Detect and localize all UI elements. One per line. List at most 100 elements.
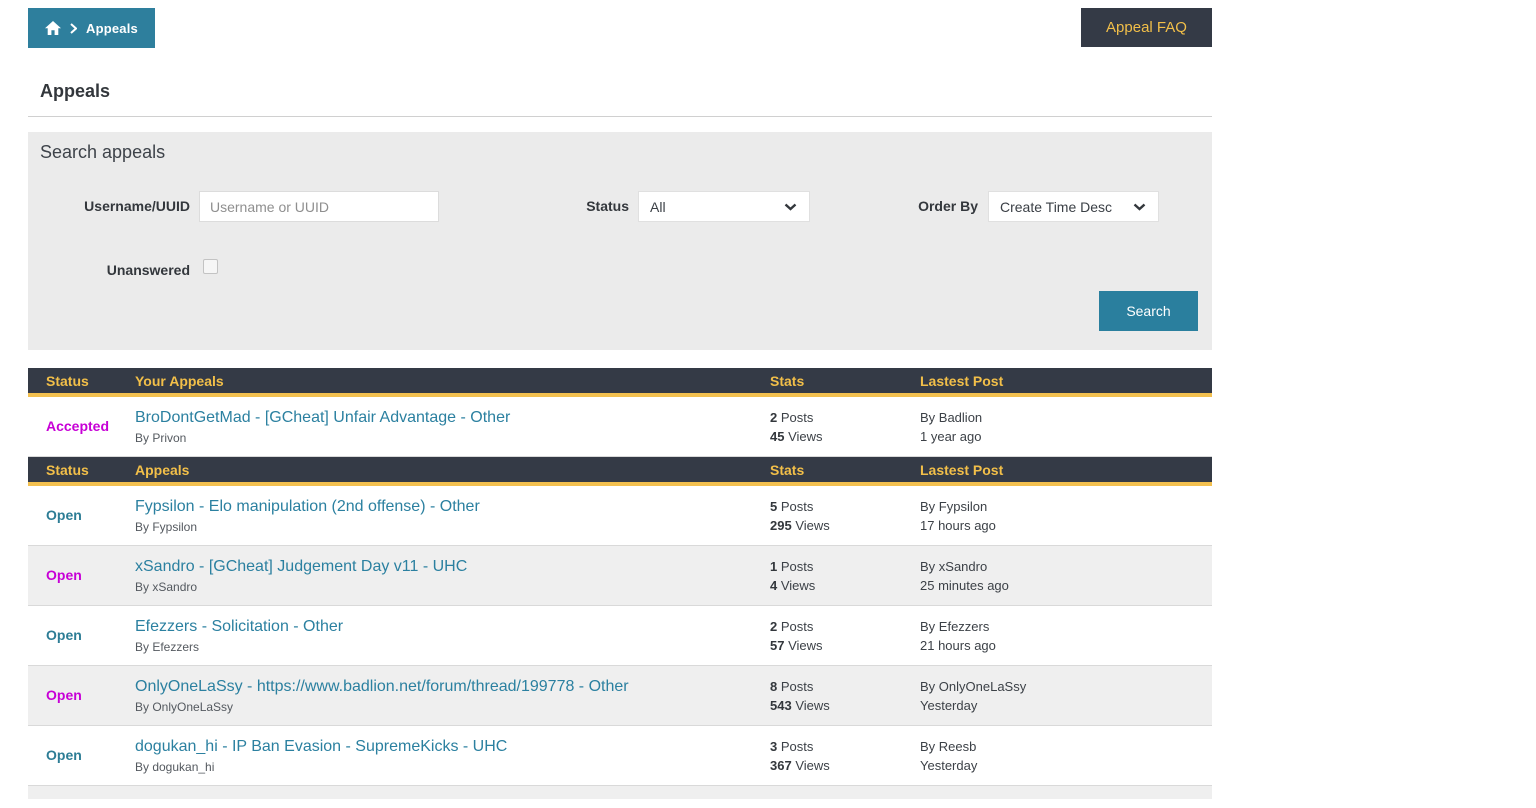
lastest-post-cell: By OnlyOneLaSsy Yesterday xyxy=(920,679,1212,713)
last-post-author: By Badlion xyxy=(920,409,983,425)
appeal-title-link[interactable]: xSandro - [GCheat] Judgement Day v11 - U… xyxy=(135,558,770,576)
page-title: Appeals xyxy=(40,81,111,101)
status-label: Status xyxy=(586,198,629,214)
status-cell: Open xyxy=(28,507,135,525)
table-row[interactable]: Open xSandro - [GCheat] Judgement Day v1… xyxy=(28,546,1212,606)
username-input[interactable] xyxy=(199,191,439,222)
lastest-post-cell: By Efezzers 21 hours ago xyxy=(920,619,1212,653)
posts-count: 5 Posts xyxy=(770,498,814,514)
status-select-value: All xyxy=(650,198,666,215)
appeal-author: By dogukan_hi xyxy=(135,759,215,774)
column-header-stats: Stats xyxy=(770,372,805,389)
views-count: 45 Views xyxy=(770,428,823,444)
lastest-post-cell: By Badlion 1 year ago xyxy=(920,410,1212,444)
appeal-title-link[interactable]: Fypsilon - Elo manipulation (2nd offense… xyxy=(135,498,770,516)
appeal-title-link[interactable]: OnlyOneLaSsy - https://www.badlion.net/f… xyxy=(135,678,770,696)
last-post-author: By Efezzers xyxy=(920,618,990,634)
chevron-down-icon xyxy=(1133,203,1146,211)
search-button[interactable]: Search xyxy=(1099,291,1198,331)
appeal-title-link[interactable]: Efezzers - Solicitation - Other xyxy=(135,618,770,636)
column-header-status: Status xyxy=(46,461,89,478)
appeal-title-link[interactable]: BroDontGetMad - [GCheat] Unfair Advantag… xyxy=(135,409,770,427)
status-cell: Accepted xyxy=(28,418,135,436)
last-post-author: By xSandro xyxy=(920,558,988,574)
all-appeals-table: Status Appeals Stats Lastest Post Open F… xyxy=(28,457,1212,786)
breadcrumb-current[interactable]: Appeals xyxy=(86,21,138,36)
appeal-cell: xSandro - [GCheat] Judgement Day v11 - U… xyxy=(135,558,770,594)
appeal-cell: BroDontGetMad - [GCheat] Unfair Advantag… xyxy=(135,409,770,445)
search-panel-title: Search appeals xyxy=(40,142,166,162)
views-count: 4 Views xyxy=(770,577,816,593)
table-row[interactable]: Open Fypsilon - Elo manipulation (2nd of… xyxy=(28,486,1212,546)
appeal-author: By Fypsilon xyxy=(135,519,198,534)
status-badge: Accepted xyxy=(46,417,110,434)
breadcrumb[interactable]: Appeals xyxy=(28,8,155,48)
views-count: 543 Views xyxy=(770,697,830,713)
posts-count: 2 Posts xyxy=(770,618,814,634)
home-icon[interactable] xyxy=(45,21,61,35)
lastest-post-cell: By Reesb Yesterday xyxy=(920,739,1212,773)
partially-visible-row xyxy=(28,786,1212,799)
appeal-author: By xSandro xyxy=(135,579,198,594)
stats-cell: 5 Posts 295 Views xyxy=(770,499,920,533)
chevron-down-icon xyxy=(784,203,797,211)
lastest-post-cell: By xSandro 25 minutes ago xyxy=(920,559,1212,593)
unanswered-checkbox[interactable] xyxy=(203,259,218,274)
last-post-author: By OnlyOneLaSsy xyxy=(920,678,1027,694)
table-header-row: Status Your Appeals Stats Lastest Post xyxy=(28,368,1212,397)
last-post-time: Yesterday xyxy=(920,757,978,773)
status-badge: Open xyxy=(46,626,82,643)
order-by-select[interactable]: Create Time Desc xyxy=(988,191,1159,222)
column-header-appeals: Appeals xyxy=(135,461,190,478)
last-post-time: Yesterday xyxy=(920,697,978,713)
top-bar: Appeals Appeal FAQ xyxy=(28,8,1212,48)
posts-count: 1 Posts xyxy=(770,558,814,574)
stats-cell: 2 Posts 57 Views xyxy=(770,619,920,653)
status-badge: Open xyxy=(46,686,82,703)
status-badge: Open xyxy=(46,506,82,523)
views-count: 57 Views xyxy=(770,637,823,653)
title-divider xyxy=(28,116,1212,117)
posts-count: 3 Posts xyxy=(770,738,814,754)
column-header-lastest-post: Lastest Post xyxy=(920,372,1004,389)
column-header-status: Status xyxy=(46,372,89,389)
appeal-author: By Efezzers xyxy=(135,639,200,654)
table-row[interactable]: Open dogukan_hi - IP Ban Evasion - Supre… xyxy=(28,726,1212,786)
last-post-time: 1 year ago xyxy=(920,428,982,444)
table-row[interactable]: Open OnlyOneLaSsy - https://www.badlion.… xyxy=(28,666,1212,726)
appeals-tables: Status Your Appeals Stats Lastest Post A… xyxy=(28,368,1212,799)
appeal-author: By OnlyOneLaSsy xyxy=(135,699,234,714)
status-select[interactable]: All xyxy=(638,191,810,222)
your-appeals-rows: Accepted BroDontGetMad - [GCheat] Unfair… xyxy=(28,397,1212,457)
unanswered-label: Unanswered xyxy=(106,262,190,278)
appeal-faq-button[interactable]: Appeal FAQ xyxy=(1081,8,1212,47)
column-header-your-appeals: Your Appeals xyxy=(135,372,224,389)
stats-cell: 2 Posts 45 Views xyxy=(770,410,920,444)
appeal-cell: Efezzers - Solicitation - Other By Efezz… xyxy=(135,618,770,654)
table-header-row: Status Appeals Stats Lastest Post xyxy=(28,457,1212,486)
table-row[interactable]: Open Efezzers - Solicitation - Other By … xyxy=(28,606,1212,666)
status-cell: Open xyxy=(28,567,135,585)
last-post-time: 21 hours ago xyxy=(920,637,996,653)
username-label: Username/UUID xyxy=(84,198,190,214)
appeals-page: Appeals Appeal FAQ Appeals Search appeal… xyxy=(28,8,1212,799)
order-by-select-value: Create Time Desc xyxy=(1000,198,1113,215)
last-post-time: 25 minutes ago xyxy=(920,577,1009,593)
views-count: 295 Views xyxy=(770,517,830,533)
order-by-label: Order By xyxy=(918,198,978,214)
appeal-author: By Privon xyxy=(135,430,187,445)
posts-count: 8 Posts xyxy=(770,678,814,694)
posts-count: 2 Posts xyxy=(770,409,814,425)
appeal-cell: dogukan_hi - IP Ban Evasion - SupremeKic… xyxy=(135,738,770,774)
column-header-stats: Stats xyxy=(770,461,805,478)
status-cell: Open xyxy=(28,627,135,645)
appeals-rows: Open Fypsilon - Elo manipulation (2nd of… xyxy=(28,486,1212,786)
appeal-cell: OnlyOneLaSsy - https://www.badlion.net/f… xyxy=(135,678,770,714)
stats-cell: 1 Posts 4 Views xyxy=(770,559,920,593)
stats-cell: 3 Posts 367 Views xyxy=(770,739,920,773)
appeal-title-link[interactable]: dogukan_hi - IP Ban Evasion - SupremeKic… xyxy=(135,738,770,756)
status-cell: Open xyxy=(28,747,135,765)
table-row[interactable]: Accepted BroDontGetMad - [GCheat] Unfair… xyxy=(28,397,1212,457)
stats-cell: 8 Posts 543 Views xyxy=(770,679,920,713)
column-header-lastest-post: Lastest Post xyxy=(920,461,1004,478)
